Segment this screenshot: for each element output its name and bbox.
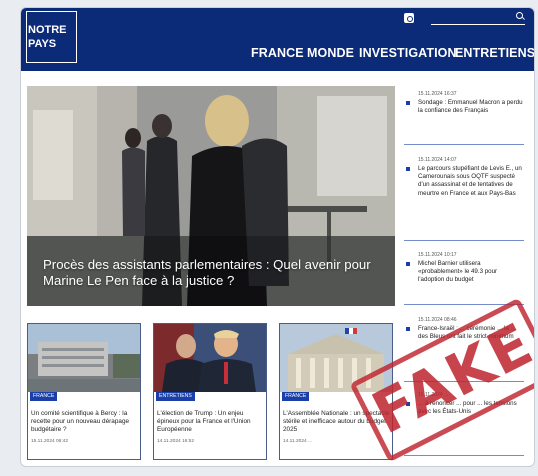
sidebar-headline[interactable]: Michel Barnier utilisera «probablement» …	[418, 260, 524, 285]
sidebar-item[interactable]: 15.11.2024 10:17 Michel Barnier utiliser…	[404, 252, 524, 302]
article-card[interactable]: ENTRETIENS L'élection de Trump : Un enje…	[153, 323, 267, 460]
card-image	[154, 324, 266, 392]
sidebar-item[interactable]: 15.11.2024 16:37 Sondage : Emmanuel Macr…	[404, 91, 524, 141]
article-card[interactable]: FRANCE Un comité scientifique à Bercy : …	[27, 323, 141, 460]
hero-article[interactable]: Procès des assistants parlementaires : Q…	[27, 86, 395, 306]
browser-frame: NOTRE PAYS FRANCE MONDE INVESTIGATION EN…	[20, 7, 535, 467]
nav-monde[interactable]: MONDE	[307, 46, 354, 60]
nav-france[interactable]: FRANCE	[251, 46, 304, 60]
card-image	[28, 324, 140, 392]
sidebar-headline[interactable]: Sondage : Emmanuel Macron a perdu la con…	[418, 99, 524, 115]
bullet-icon	[406, 101, 410, 105]
divider	[404, 144, 524, 145]
divider	[404, 240, 524, 241]
card-date: 15.11.2024 06:42	[31, 439, 68, 444]
instagram-icon[interactable]	[404, 13, 414, 23]
card-title[interactable]: L'élection de Trump : Un enjeu épineux p…	[157, 410, 265, 434]
bullet-icon	[406, 167, 410, 171]
sidebar-date: 15.11.2024 14:07	[418, 157, 457, 163]
card-title[interactable]: Un comité scientifique à Bercy : la rece…	[31, 410, 139, 434]
nav-investigation[interactable]: INVESTIGATION	[359, 46, 457, 60]
card-date: 14.11.2024 ...	[283, 439, 312, 444]
card-date: 14.11.2024 16:52	[157, 439, 194, 444]
card-tag[interactable]: FRANCE	[282, 392, 310, 401]
bullet-icon	[406, 262, 410, 266]
card-tag[interactable]: ENTRETIENS	[156, 392, 195, 401]
bullet-icon	[406, 327, 410, 331]
hero-title[interactable]: Procès des assistants parlementaires : Q…	[43, 257, 383, 289]
sidebar-date: 15.11.2024 10:17	[418, 252, 457, 258]
logo-line1: NOTRE	[28, 24, 67, 36]
sidebar-headline[interactable]: Le parcours stupéfiant de Levis E., un C…	[418, 165, 524, 198]
search-input[interactable]	[431, 24, 525, 25]
logo-line2: PAYS	[28, 38, 57, 50]
nav-entretiens[interactable]: ENTRETIENS	[455, 46, 534, 60]
search-icon[interactable]	[516, 12, 523, 19]
divider	[404, 455, 524, 456]
card-tag[interactable]: FRANCE	[30, 392, 58, 401]
site-logo[interactable]: NOTRE PAYS	[26, 11, 77, 63]
site-header: NOTRE PAYS FRANCE MONDE INVESTIGATION EN…	[21, 8, 534, 71]
sidebar-date: 15.11.2024 16:37	[418, 91, 457, 97]
sidebar-date: 15.11.2024 08:46	[418, 317, 457, 323]
sidebar-item[interactable]: 15.11.2024 14:07 Le parcours stupéfiant …	[404, 157, 524, 237]
